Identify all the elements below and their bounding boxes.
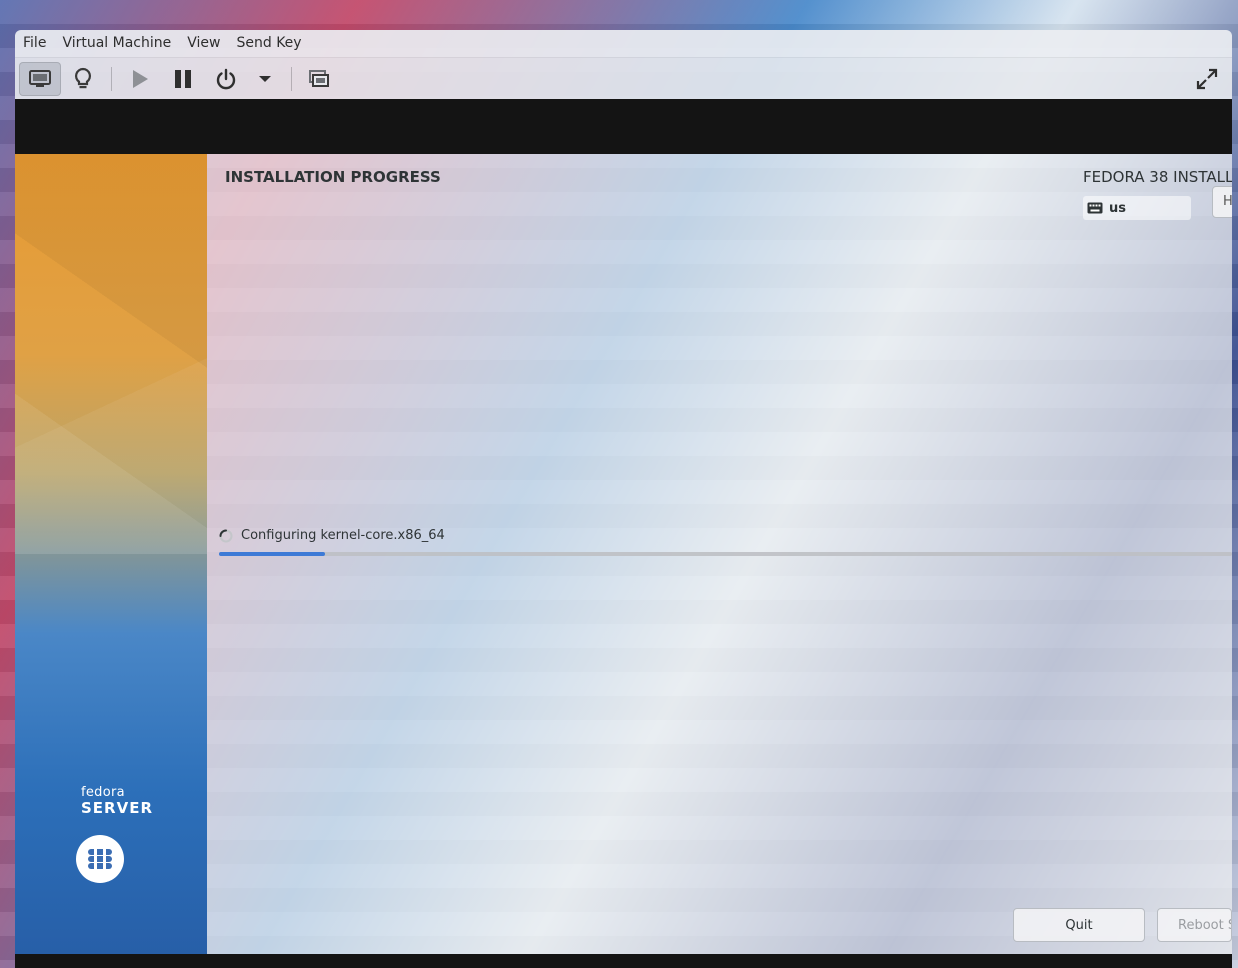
snapshots-icon <box>309 70 329 87</box>
shutdown-menu-button[interactable] <box>244 62 286 96</box>
vm-display-border-bottom <box>15 954 1232 968</box>
menu-virtual-machine[interactable]: Virtual Machine <box>54 30 179 57</box>
page-title: INSTALLATION PROGRESS <box>225 168 441 186</box>
caret-down-icon <box>259 76 271 82</box>
installer-main: INSTALLATION PROGRESS FEDORA 38 INSTALLA… <box>207 154 1232 954</box>
menubar: File Virtual Machine View Send Key <box>15 30 1232 57</box>
spinner-icon <box>219 529 233 542</box>
play-icon <box>133 70 148 88</box>
shutdown-button[interactable] <box>205 62 247 96</box>
quit-button[interactable]: Quit <box>1013 908 1145 942</box>
vm-display-border <box>15 99 1232 154</box>
keyboard-layout-indicator[interactable]: us <box>1083 196 1191 220</box>
pause-button[interactable] <box>162 62 204 96</box>
progress-bar <box>219 552 1232 556</box>
fedora-server-brand: fedora SERVER <box>81 786 153 817</box>
progress-bar-fill <box>219 552 326 556</box>
run-button[interactable] <box>119 62 161 96</box>
progress-status: Configuring kernel-core.x86_64 <box>219 528 445 543</box>
toolbar-separator <box>111 67 112 91</box>
power-icon <box>216 68 236 90</box>
menu-view[interactable]: View <box>179 30 228 57</box>
help-button[interactable]: Help! <box>1212 186 1232 218</box>
fullscreen-button[interactable] <box>1186 62 1228 96</box>
progress-status-text: Configuring kernel-core.x86_64 <box>241 528 445 543</box>
virt-manager-window: File Virtual Machine View Send Key fedor… <box>15 30 1232 968</box>
details-view-button[interactable] <box>62 62 104 96</box>
fedora-server-logo-icon <box>76 835 124 883</box>
menu-send-key[interactable]: Send Key <box>228 30 309 57</box>
snapshots-button[interactable] <box>298 62 340 96</box>
product-title: FEDORA 38 INSTALLATION <box>1083 168 1232 186</box>
lightbulb-icon <box>74 67 92 89</box>
sidebar-texture <box>15 154 207 554</box>
keyboard-icon <box>1087 202 1103 214</box>
toolbar-separator <box>291 67 292 91</box>
menu-file[interactable]: File <box>15 30 54 57</box>
toolbar <box>15 57 1232 100</box>
brand-fedora: fedora <box>81 785 125 800</box>
reboot-system-button[interactable]: Reboot System <box>1157 908 1232 942</box>
brand-server: SERVER <box>81 799 154 817</box>
pause-icon <box>175 70 191 88</box>
fullscreen-icon <box>1196 68 1218 90</box>
installer-sidebar: fedora SERVER <box>15 154 207 954</box>
vm-display[interactable]: fedora SERVER INSTALLATION PROGRESS FEDO… <box>15 154 1232 954</box>
monitor-icon <box>29 70 51 87</box>
console-view-button[interactable] <box>19 62 61 96</box>
keyboard-layout-label: us <box>1109 200 1126 216</box>
